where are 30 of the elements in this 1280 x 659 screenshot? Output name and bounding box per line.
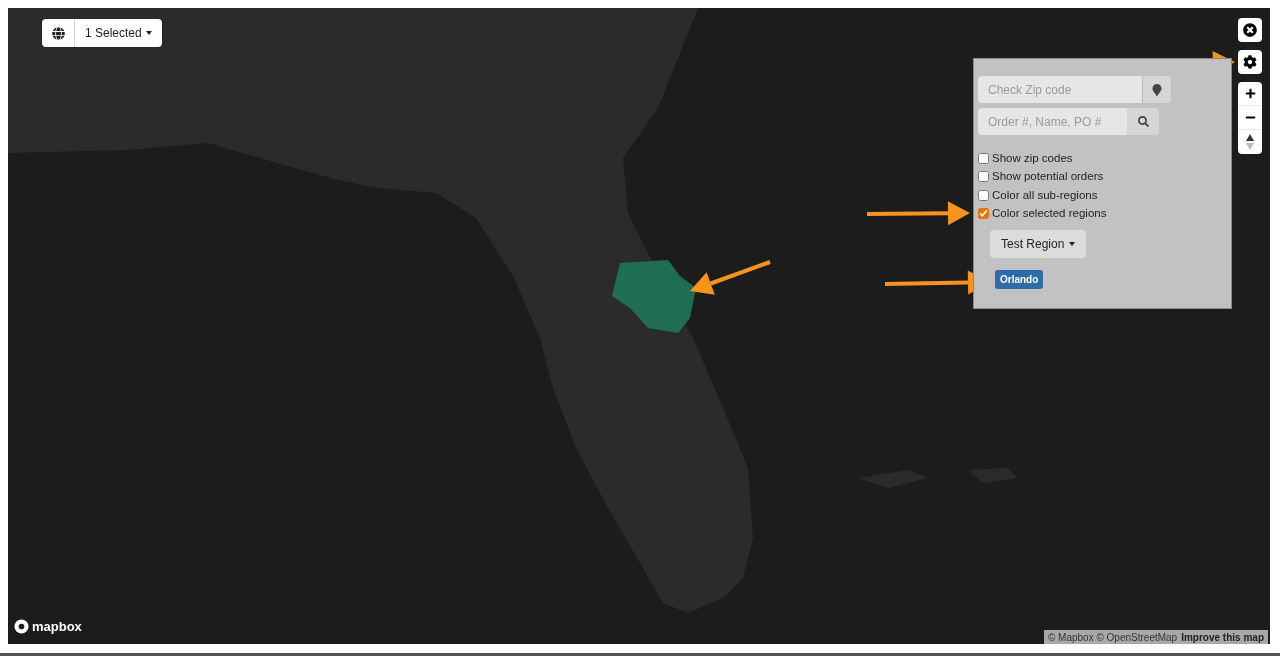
checkbox[interactable] [978, 189, 989, 201]
option-label[interactable]: Show potential orders [992, 168, 1104, 186]
option-label[interactable]: Show zip codes [992, 149, 1073, 167]
caret-icon [1069, 242, 1076, 246]
region-tag: Orlando [995, 270, 1044, 289]
mapbox-logo: mapbox [32, 617, 82, 636]
option-label[interactable]: Color selected regions [992, 205, 1107, 223]
checkbox[interactable] [978, 171, 989, 183]
checkbox[interactable] [978, 208, 989, 220]
search-button[interactable] [1127, 108, 1159, 135]
plus-icon [1244, 88, 1256, 99]
close-icon [1243, 23, 1257, 37]
option-label[interactable]: Color all sub-regions [992, 186, 1098, 204]
locate-button[interactable] [1142, 76, 1171, 103]
map-view[interactable]: 1 Selected Check Zip code Order #, Name, PO # Show zip codes Show potential orders Color all sub-regions Color selected regions Test Region Orlando mapbox © Mapbox © OpenStreetMap Improve this map [8, 8, 1270, 644]
settings-button[interactable] [1238, 50, 1262, 74]
attribution-text: © Mapbox © OpenStreetMap [1047, 630, 1178, 644]
search-icon [1137, 116, 1149, 127]
map-pin-icon [1151, 83, 1163, 96]
close-button[interactable] [1238, 18, 1262, 42]
improve-map-link[interactable]: Improve this map [1181, 629, 1264, 644]
region-dropdown[interactable]: Test Region [990, 230, 1087, 258]
caret-icon [145, 31, 152, 35]
settings-icon [1243, 55, 1257, 69]
mapbox-logo-icon [14, 618, 29, 634]
compass-icon [1246, 134, 1254, 150]
order-search-field[interactable]: Order #, Name, PO # [978, 108, 1127, 135]
checkbox[interactable] [978, 152, 989, 164]
globe-icon [51, 26, 65, 40]
zip-code-field[interactable]: Check Zip code [978, 76, 1142, 103]
